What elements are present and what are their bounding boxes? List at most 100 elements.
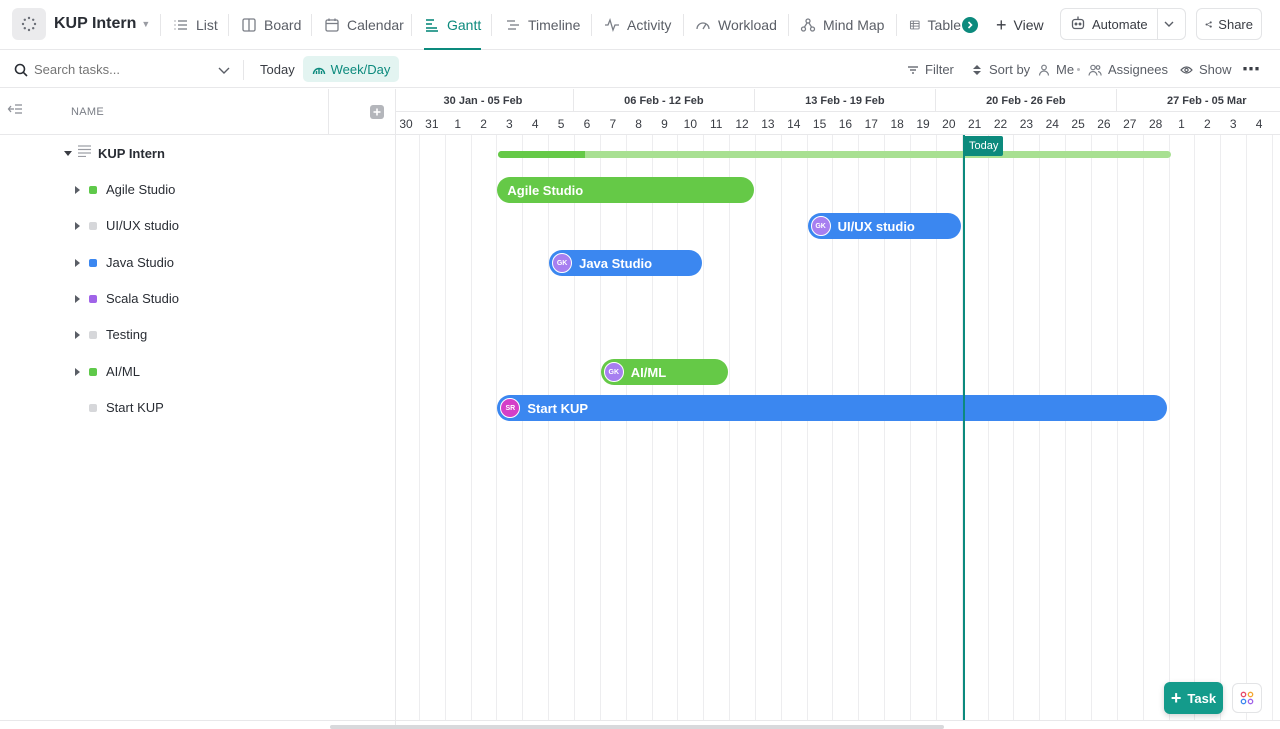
day-grid-line [444,135,446,720]
filter-icon [908,65,918,74]
week-day-toggle[interactable]: Week/Day [303,56,399,82]
automate-button[interactable]: Automate [1060,8,1186,40]
day-grid-line [1116,135,1118,720]
day-grid-line [1013,135,1015,720]
scale-icon [312,67,325,75]
day-grid-line [1065,135,1067,720]
task-name: Testing [106,327,148,342]
task-name: Java Studio [106,255,174,270]
tab-timeline[interactable]: Timeline [505,0,580,50]
day-label: 20 [942,116,956,131]
day-label: 2 [1204,116,1211,131]
new-task-button[interactable]: + Task [1164,682,1223,714]
gantt-chart: 30 Jan - 05 Feb 06 Feb - 12 Feb 13 Feb - 1… [396,89,1280,720]
root-list-label: KUP Intern [98,146,165,161]
day-grid-line [1039,135,1041,720]
task-bar[interactable]: GK Java Studio [549,250,703,276]
caret-right-icon[interactable] [75,186,80,194]
task-row[interactable]: UI/UX studio [0,208,396,244]
task-bar[interactable]: GK AI/ML [600,359,729,385]
caret-right-icon[interactable] [75,368,80,376]
apps-grid-icon [1240,691,1254,705]
task-row[interactable]: Testing [0,317,396,353]
timeline-icon [507,20,519,30]
status-dot [89,222,97,230]
project-title[interactable]: KUP Intern ▼ [54,15,150,33]
avatar[interactable]: GK [603,362,624,382]
chevron-down-icon[interactable] [1162,17,1176,34]
task-row[interactable]: Java Studio [0,245,396,281]
horizontal-scrollbar[interactable] [330,725,944,729]
tab-activity[interactable]: Activity [604,0,671,50]
caret-down-icon[interactable] [64,151,72,156]
collapse-panel-icon[interactable] [7,102,23,116]
search-field[interactable] [14,51,232,88]
status-dot [89,331,97,339]
list-row-root[interactable]: KUP Intern [0,135,396,171]
more-options-icon[interactable]: ⋯ [1242,51,1260,88]
tab-workload[interactable]: Workload [695,0,777,50]
day-grid-line [1142,135,1144,720]
day-grid-line [1194,135,1196,720]
task-bar[interactable]: Agile Studio [497,177,754,203]
day-label: 19 [916,116,930,131]
caret-right-icon[interactable] [75,222,80,230]
caret-right-icon[interactable] [75,331,80,339]
space-icon[interactable] [12,8,46,40]
task-row[interactable]: AI/ML [0,354,396,390]
list-icon [78,145,91,157]
divider [228,14,229,36]
day-label: 2 [480,116,487,131]
add-column-icon[interactable] [370,105,384,119]
filter-button[interactable]: Filter [907,51,954,88]
assignees-button[interactable]: Assignees [1088,51,1168,88]
chevron-down-icon[interactable] [217,63,231,77]
me-filter-button[interactable]: Me [1038,51,1074,88]
today-button[interactable]: Today [260,51,295,88]
sort-label: Sort by [989,62,1031,77]
task-row[interactable]: Agile Studio [0,172,396,208]
search-input[interactable] [34,62,204,77]
tab-list[interactable]: List [173,0,218,50]
tab-board[interactable]: Board [241,0,301,50]
day-label: 4 [531,116,539,131]
week-label: 06 Feb - 12 Feb [574,89,755,112]
robot-icon [1070,15,1086,34]
search-icon [14,63,28,77]
caret-right-icon[interactable] [75,259,80,267]
apps-button[interactable] [1232,683,1262,713]
show-button[interactable]: Show [1180,51,1232,88]
day-label: 3 [506,116,513,131]
task-bar[interactable]: SR Start KUP [497,395,1168,421]
task-bar[interactable]: GK UI/UX studio [807,213,961,239]
sort-button[interactable]: Sort by [971,51,1030,88]
tab-table-label: Table [927,17,961,33]
summary-bar[interactable] [498,151,1171,158]
tab-table[interactable]: Table [909,0,961,50]
avatar[interactable]: GK [552,253,573,273]
task-name: UI/UX studio [106,218,179,233]
day-label: 1 [1178,116,1185,131]
day-grid-line [729,135,731,720]
avatar[interactable]: SR [500,398,521,418]
day-grid-line [1220,135,1222,720]
filter-label: Filter [925,62,954,77]
share-button[interactable]: Share [1196,8,1262,40]
tab-gantt[interactable]: Gantt [424,0,482,50]
task-row[interactable]: Scala Studio [0,281,396,317]
summary-progress-fill [498,151,586,158]
day-grid-line [496,135,498,720]
status-dot [89,295,97,303]
avatar[interactable]: GK [810,216,831,236]
task-row[interactable]: Start KUP [0,390,396,426]
tab-calendar[interactable]: Calendar [324,0,404,50]
divider [411,14,412,36]
more-tabs-arrow-icon[interactable] [962,17,978,33]
task-list-panel: NAME KUP Intern Agile Studio UI/UX studi… [0,89,396,729]
tab-mind-map[interactable]: Mind Map [800,0,884,50]
day-grid-line [651,135,653,720]
caret-right-icon[interactable] [75,295,80,303]
day-grid-line [548,135,550,720]
add-view-button[interactable]: + View [996,0,1044,50]
status-dot [89,368,97,376]
